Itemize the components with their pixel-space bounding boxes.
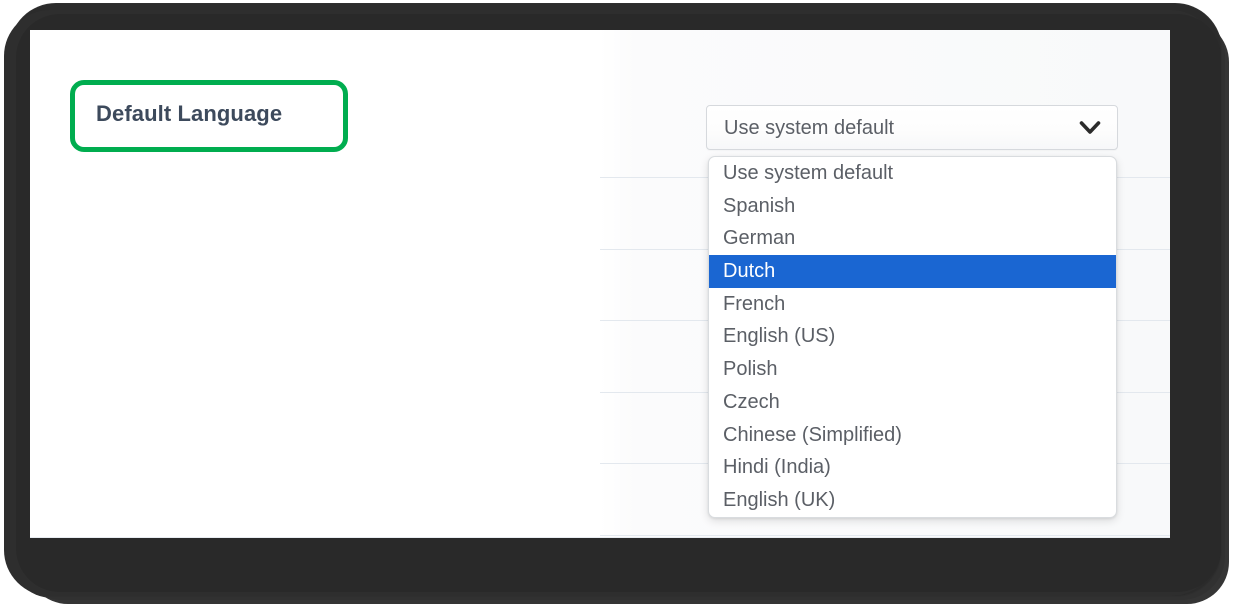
dropdown-option[interactable]: Use system default bbox=[709, 157, 1116, 190]
chevron-down-icon[interactable] bbox=[1079, 119, 1101, 137]
screenshot-root: Default Language Use system default Use … bbox=[0, 0, 1233, 604]
panel-bottom-divider bbox=[30, 537, 1170, 538]
dropdown-option[interactable]: English (US) bbox=[709, 320, 1116, 353]
settings-panel: Default Language Use system default Use … bbox=[30, 30, 1170, 538]
dropdown-option[interactable]: French bbox=[709, 288, 1116, 321]
form-row-divider bbox=[600, 535, 1170, 536]
annotation-highlight-box bbox=[70, 80, 348, 152]
default-language-select[interactable]: Use system default bbox=[706, 105, 1118, 150]
dropdown-option[interactable]: German bbox=[709, 222, 1116, 255]
dropdown-option[interactable]: Dutch bbox=[709, 255, 1116, 288]
dropdown-option[interactable]: Czech bbox=[709, 386, 1116, 419]
dropdown-option[interactable]: Polish bbox=[709, 353, 1116, 386]
dropdown-option[interactable]: Chinese (Simplified) bbox=[709, 419, 1116, 452]
language-dropdown-list[interactable]: Use system default Spanish German Dutch Fren… bbox=[708, 156, 1117, 518]
dropdown-option[interactable]: Spanish bbox=[709, 190, 1116, 223]
dropdown-option[interactable]: English (UK) bbox=[709, 484, 1116, 517]
dropdown-option[interactable]: Hindi (India) bbox=[709, 451, 1116, 484]
dropdown-options: Use system default Spanish German Dutch Fren… bbox=[709, 157, 1116, 517]
select-selected-value: Use system default bbox=[724, 117, 895, 139]
